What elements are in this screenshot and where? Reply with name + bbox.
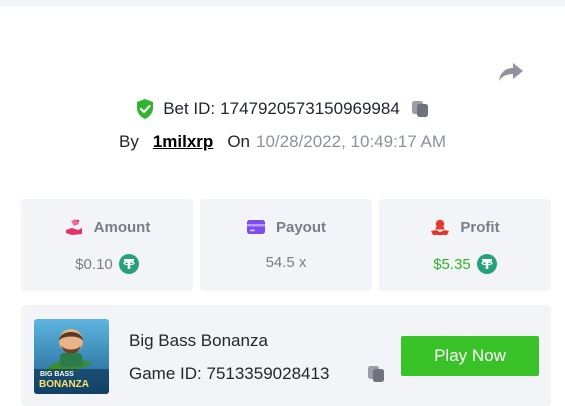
- on-label: On: [227, 132, 250, 151]
- payout-label: Payout: [275, 218, 326, 236]
- copy-bet-id-icon[interactable]: [410, 99, 430, 119]
- game-card: BIG BASS BONANZA Big Bass Bonanza Game I…: [21, 305, 551, 406]
- bet-id-value: 1747920573150969984: [220, 99, 400, 118]
- bet-author-row: By 1milxrp On 10/28/2022, 10:49:17 AM: [0, 130, 565, 154]
- share-icon[interactable]: [497, 60, 525, 84]
- verified-shield-icon: [137, 99, 154, 119]
- payout-card: Payout 54.5 x: [200, 199, 372, 291]
- tether-icon: [476, 254, 497, 274]
- game-thumbnail[interactable]: BIG BASS BONANZA: [34, 319, 109, 394]
- profit-value: $5.35: [433, 255, 471, 273]
- username-link[interactable]: 1milxrp: [153, 132, 213, 152]
- profit-hand-icon: [431, 219, 450, 235]
- payout-value: 54.5 x: [265, 254, 307, 271]
- profit-card: Profit $5.35: [379, 199, 551, 291]
- bet-hand-icon: [65, 219, 82, 235]
- top-strip: [0, 0, 565, 6]
- game-title: Big Bass Bonanza: [129, 331, 268, 350]
- game-id: Game ID: 7513359028413: [129, 364, 329, 384]
- amount-card: Amount $0.10: [21, 199, 193, 291]
- game-id-label: Game ID:: [129, 364, 202, 383]
- bet-id-label: Bet ID:: [163, 99, 216, 118]
- card-icon: [246, 220, 265, 234]
- by-label: By: [118, 132, 139, 151]
- play-now-button[interactable]: Play Now: [401, 336, 539, 376]
- bet-datetime: 10/28/2022, 10:49:17 AM: [256, 132, 446, 151]
- tether-icon: [118, 254, 139, 274]
- amount-value: $0.10: [75, 255, 113, 273]
- amount-label: Amount: [93, 218, 151, 236]
- copy-game-id-icon[interactable]: [366, 364, 386, 384]
- bet-id-row: Bet ID: 1747920573150969984: [0, 97, 565, 121]
- profit-label: Profit: [460, 218, 500, 236]
- thumbnail-text-bottom: BONANZA: [39, 379, 89, 390]
- thumbnail-text-top: BIG BASS: [40, 371, 74, 378]
- game-id-value: 7513359028413: [206, 364, 330, 383]
